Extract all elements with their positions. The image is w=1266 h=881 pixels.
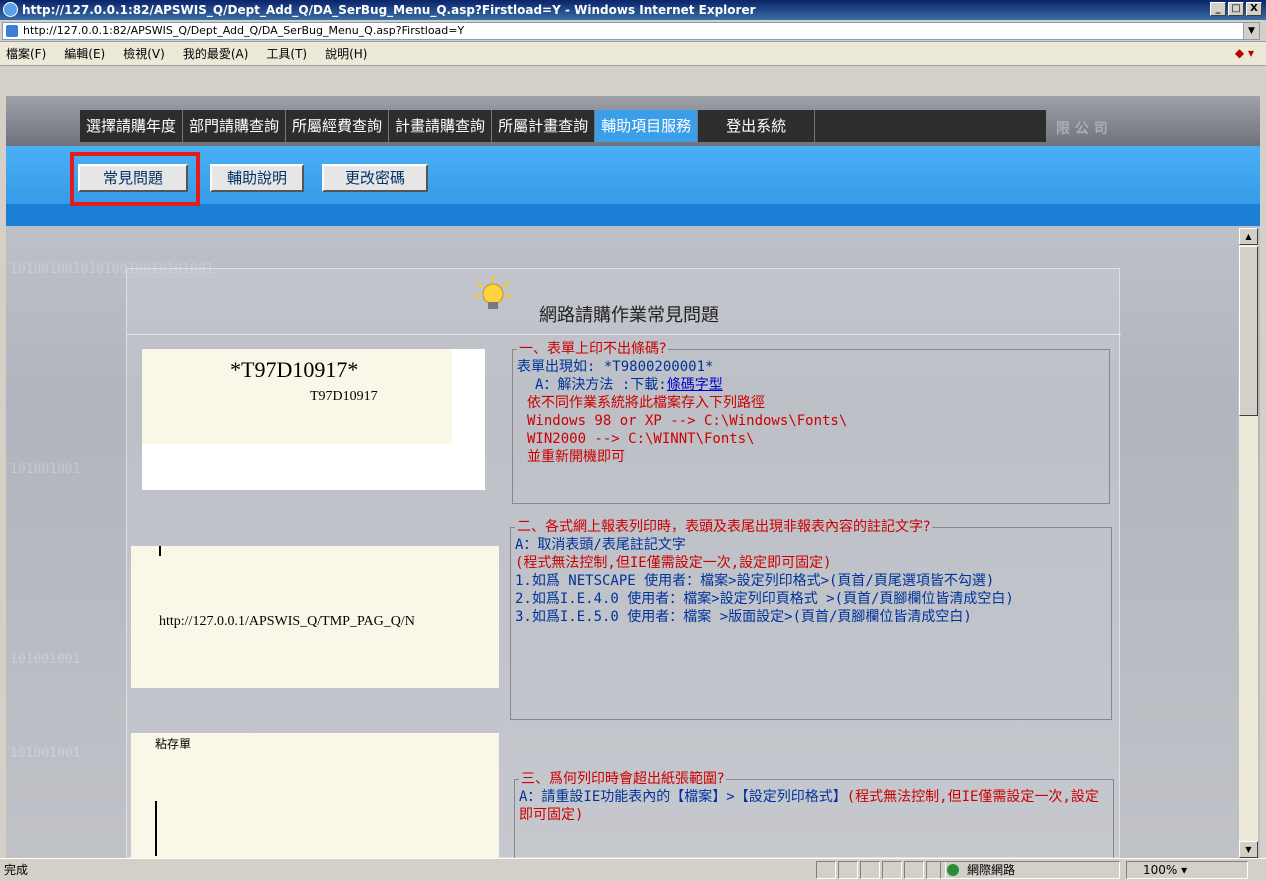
- menu-help[interactable]: 說明(H): [325, 45, 367, 62]
- help-button[interactable]: 輔助說明: [210, 164, 304, 192]
- menu-tools[interactable]: 工具(T): [266, 45, 307, 62]
- ie-logo-icon: [3, 2, 18, 17]
- header-sample: http://127.0.0.1/APSWIS_Q/TMP_PAG_Q/N: [131, 546, 499, 688]
- faq2-line3: 1.如爲 NETSCAPE 使用者：檔案>設定列印格式>(頁首/頁尾選項皆不勾選…: [515, 573, 995, 589]
- faq2-line5: 3.如爲I.E.5.0 使用者：檔案 >版面設定>(頁首/頁腳欄位皆清成空白): [515, 609, 972, 625]
- status-bar: 完成 網際網路 100% ▾: [0, 858, 1266, 881]
- nav-plan-query[interactable]: 所屬計畫查詢: [492, 110, 596, 142]
- nav-watermark: 限 公 司: [1056, 121, 1108, 137]
- window-title: http://127.0.0.1:82/APSWIS_Q/Dept_Add_Q/…: [22, 3, 756, 17]
- paste-form-label: 粘存單: [155, 737, 192, 751]
- address-bar: http://127.0.0.1:82/APSWIS_Q/Dept_Add_Q/…: [0, 20, 1266, 42]
- faq2-line2: (程式無法控制,但IE僅需設定一次,設定即可固定): [515, 555, 832, 571]
- change-password-button[interactable]: 更改密碼: [322, 164, 428, 192]
- scroll-thumb[interactable]: [1239, 246, 1258, 416]
- menu-file[interactable]: 檔案(F): [6, 45, 46, 62]
- scroll-up-icon[interactable]: ▲: [1239, 228, 1258, 245]
- vertical-scrollbar[interactable]: ▲ ▼: [1238, 228, 1258, 858]
- menu-view[interactable]: 檢視(V): [123, 45, 165, 62]
- faq1-line3: 依不同作業系統將此檔案存入下列路徑: [527, 395, 765, 411]
- zone-label: 網際網路: [967, 863, 1016, 877]
- address-input[interactable]: http://127.0.0.1:82/APSWIS_Q/Dept_Add_Q/…: [2, 22, 1260, 40]
- close-button[interactable]: X: [1246, 2, 1262, 16]
- address-url: http://127.0.0.1:82/APSWIS_Q/Dept_Add_Q/…: [23, 24, 465, 37]
- faq-item-3-title: 三、爲何列印時會超出紙張範圍?: [521, 771, 725, 787]
- barcode-text: *T97D10917*: [230, 357, 359, 382]
- sub-nav: 常見問題 輔助說明 更改密碼: [6, 146, 1260, 226]
- faq1-line1: 表單出現如: *T9800200001*: [517, 359, 714, 375]
- faq1-line2: A：解決方法 :下載:條碼字型: [535, 377, 723, 393]
- restore-button[interactable]: □: [1228, 2, 1244, 16]
- menu-favorites[interactable]: 我的最愛(A): [183, 45, 249, 62]
- faq-button[interactable]: 常見問題: [78, 164, 188, 192]
- faq3-line1: A：請重設IE功能表內的【檔案】>【設定列印格式】(程式無法控制,但IE僅需設定…: [519, 789, 1099, 823]
- lightbulb-icon: [475, 276, 511, 309]
- barcode-caption: T97D10917: [310, 389, 378, 404]
- faq2-line1: A：取消表頭/表尾註記文字: [515, 537, 686, 553]
- scroll-down-icon[interactable]: ▼: [1239, 841, 1258, 858]
- faq-item-3: 三、爲何列印時會超出紙張範圍? A：請重設IE功能表內的【檔案】>【設定列印格式…: [514, 770, 1114, 860]
- faq-item-1: 一、表單上印不出條碼? 表單出現如: *T9800200001* A：解決方法 …: [512, 340, 1110, 504]
- page-icon: [6, 25, 18, 37]
- paste-form-sample: 粘存單: [131, 733, 499, 858]
- page-title: 網路請購作業常見問題: [539, 305, 719, 326]
- zoom-control[interactable]: 100% ▾: [1126, 861, 1248, 879]
- nav-budget-query[interactable]: 所屬經費查詢: [286, 110, 390, 142]
- nav-dept-query[interactable]: 部門請購查詢: [183, 110, 287, 142]
- menu-bar: 檔案(F) 編輯(E) 檢視(V) 我的最愛(A) 工具(T) 說明(H) ◆ …: [0, 42, 1266, 66]
- barcode-font-link[interactable]: 條碼字型: [667, 377, 723, 393]
- faq-item-2-title: 二、各式網上報表列印時，表頭及表尾出現非報表內容的註記文字?: [517, 519, 931, 535]
- globe-icon: [947, 864, 959, 876]
- menu-edit[interactable]: 編輯(E): [64, 45, 105, 62]
- nav-aux-services[interactable]: 輔助項目服務: [595, 110, 699, 142]
- faq-item-2: 二、各式網上報表列印時，表頭及表尾出現非報表內容的註記文字? A：取消表頭/表尾…: [510, 518, 1112, 720]
- security-zone: 網際網路: [940, 861, 1120, 879]
- nav-year[interactable]: 選擇請購年度: [80, 110, 184, 142]
- faq1-line5: WIN2000 --> C:\WINNT\Fonts\: [527, 431, 755, 447]
- faq1-line4: Windows 98 or XP --> C:\Windows\Fonts\: [527, 413, 848, 429]
- faq-item-1-title: 一、表單上印不出條碼?: [519, 341, 667, 357]
- nav-logout[interactable]: 登出系統: [698, 110, 816, 142]
- faq1-line6: 並重新開機即可: [527, 449, 625, 465]
- faq2-line4: 2.如爲I.E.4.0 使用者：檔案>設定列印頁格式 >(頁首/頁腳欄位皆清成空…: [515, 591, 1014, 607]
- zoom-level: 100%: [1143, 863, 1178, 877]
- nav-plan-purchase-query[interactable]: 計畫請購查詢: [389, 110, 493, 142]
- translate-icon[interactable]: ◆ ▾: [1235, 46, 1254, 60]
- window-title-bar: http://127.0.0.1:82/APSWIS_Q/Dept_Add_Q/…: [0, 0, 1266, 20]
- main-nav: 選擇請購年度 部門請購查詢 所屬經費查詢 計畫請購查詢 所屬計畫查詢 輔助項目服…: [6, 96, 1260, 146]
- status-text: 完成: [4, 863, 29, 877]
- header-sample-url: http://127.0.0.1/APSWIS_Q/TMP_PAG_Q/N: [159, 614, 415, 629]
- barcode-sample: *T97D10917* T97D10917: [142, 349, 485, 490]
- address-dropdown-icon[interactable]: ▼: [1243, 23, 1259, 39]
- minimize-button[interactable]: _: [1210, 2, 1226, 16]
